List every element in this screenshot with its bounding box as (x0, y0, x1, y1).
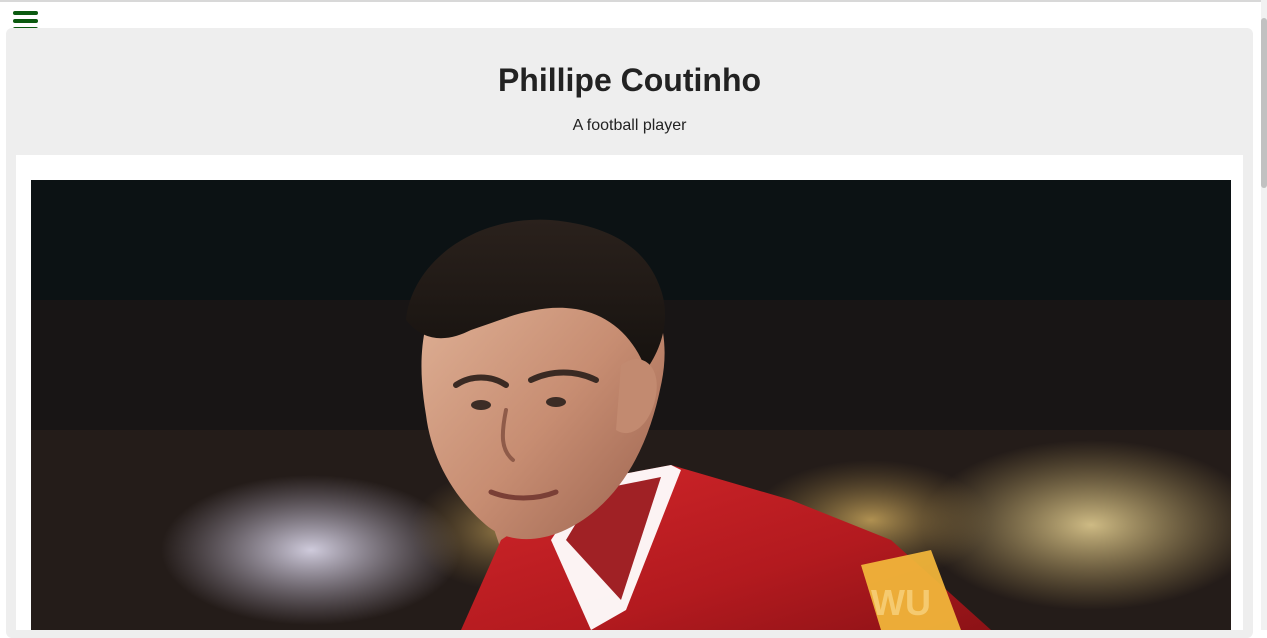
menu-bar-line (13, 11, 38, 15)
menu-bar-line (13, 19, 38, 23)
vertical-scrollbar[interactable] (1261, 0, 1267, 630)
svg-text:WU: WU (871, 582, 931, 623)
scrollbar-thumb[interactable] (1261, 18, 1267, 188)
page-title: Phillipe Coutinho (497, 62, 762, 98)
player-photo-illustration: WU (31, 180, 1231, 630)
top-border (0, 0, 1267, 2)
page-subtitle: A football player (572, 117, 687, 134)
player-photo: WU (31, 180, 1231, 630)
